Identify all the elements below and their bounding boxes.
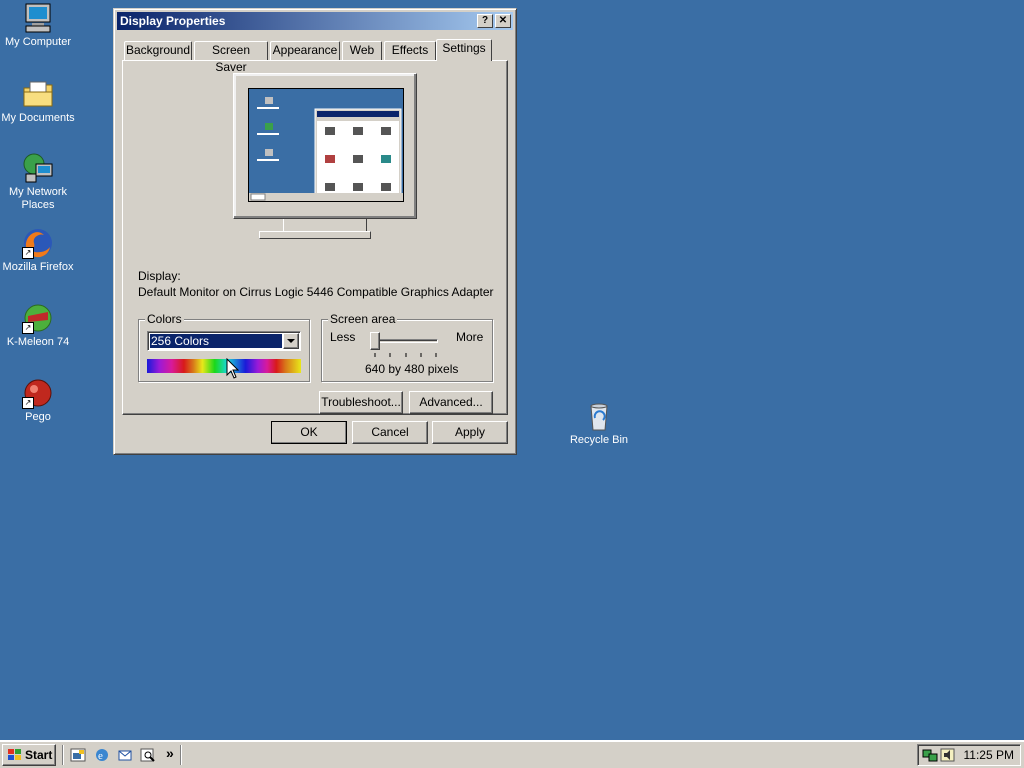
screen-area-slider-thumb[interactable] <box>370 332 380 350</box>
tab-background[interactable]: Background <box>124 41 192 60</box>
windows-logo-icon <box>7 748 23 768</box>
show-desktop-icon <box>70 748 86 762</box>
colors-group: Colors 256 Colors <box>138 312 310 382</box>
monitor-neck <box>283 219 367 231</box>
display-value: Default Monitor on Cirrus Logic 5446 Com… <box>138 285 494 299</box>
screen-area-group: Screen area Less More 640 by 480 pixels <box>321 312 493 382</box>
title-bar[interactable]: Display Properties ? ✕ <box>117 12 513 30</box>
quick-launch-search[interactable] <box>140 747 156 766</box>
dropdown-arrow-button[interactable] <box>283 333 299 349</box>
internet-explorer-icon: e <box>96 749 108 762</box>
colors-select[interactable]: 256 Colors <box>147 331 301 351</box>
folder-icon <box>22 78 54 110</box>
screen-area-more-label: More <box>456 330 484 344</box>
taskbar: Start e » 11:25 PM <box>0 740 1024 768</box>
color-spectrum-bar <box>147 359 301 373</box>
desktop-icon-recycle-bin[interactable]: Recycle Bin <box>561 400 637 447</box>
tab-appearance[interactable]: Appearance <box>270 41 340 60</box>
pego-icon: ↗ <box>22 377 54 409</box>
help-button[interactable]: ? <box>477 14 493 28</box>
desktop-icon-label: Recycle Bin <box>569 434 629 446</box>
quick-launch-show-desktop[interactable] <box>70 747 86 766</box>
computer-icon <box>22 2 54 34</box>
shortcut-arrow-icon: ↗ <box>22 397 34 409</box>
desktop-icon-label: My Documents <box>1 112 75 124</box>
volume-tray-icon[interactable] <box>940 747 956 766</box>
tab-web[interactable]: Web <box>342 41 382 60</box>
screen-area-group-label: Screen area <box>328 312 398 326</box>
cancel-button[interactable]: Cancel <box>352 421 428 444</box>
start-button[interactable]: Start <box>2 744 56 766</box>
tab-screen-saver[interactable]: Screen Saver <box>194 41 268 74</box>
desktop-icon-label: Pego <box>25 411 51 423</box>
display-label: Display: <box>138 269 181 283</box>
tab-effects[interactable]: Effects <box>384 41 436 60</box>
desktop-icon-k-meleon[interactable]: ↗ K-Meleon 74 <box>0 302 76 349</box>
desktop-icon-my-documents[interactable]: My Documents <box>0 78 76 125</box>
screen-area-less-label: Less <box>330 330 356 344</box>
colors-select-value: 256 Colors <box>150 334 282 348</box>
taskbar-separator <box>62 745 64 765</box>
system-tray: 11:25 PM <box>917 744 1021 766</box>
slider-track <box>370 339 438 343</box>
start-label: Start <box>25 748 53 762</box>
svg-text:e: e <box>98 750 103 762</box>
desktop-icon-mozilla-firefox[interactable]: ↗ Mozilla Firefox <box>0 227 76 274</box>
ok-button[interactable]: OK <box>271 421 347 444</box>
preview-screen <box>248 88 404 202</box>
firefox-icon: ↗ <box>22 227 54 259</box>
apply-button[interactable]: Apply <box>432 421 508 444</box>
outlook-express-icon <box>118 750 132 761</box>
desktop-icon-label: Mozilla Firefox <box>2 261 74 273</box>
network-tray-icon[interactable] <box>922 747 938 766</box>
shortcut-arrow-icon: ↗ <box>22 322 34 334</box>
clock[interactable]: 11:25 PM <box>964 748 1014 762</box>
screen-area-value: 640 by 480 pixels <box>365 362 459 376</box>
desktop-icon-my-computer[interactable]: My Computer <box>0 2 76 49</box>
display-properties-window: Display Properties ? ✕ Background Screen… <box>113 8 517 455</box>
advanced-button[interactable]: Advanced... <box>409 391 493 414</box>
window-title: Display Properties <box>120 14 226 28</box>
tab-settings[interactable]: Settings <box>436 39 492 61</box>
search-icon <box>140 748 155 762</box>
colors-group-label: Colors <box>145 312 184 326</box>
chevron-down-icon <box>287 339 295 343</box>
quick-launch-chevron[interactable]: » <box>166 745 174 761</box>
quick-launch-ie[interactable]: e <box>94 747 110 766</box>
desktop-icon-label: My Computer <box>4 36 72 48</box>
k-meleon-icon: ↗ <box>22 302 54 334</box>
monitor-base <box>259 231 371 239</box>
shortcut-arrow-icon: ↗ <box>22 247 34 259</box>
taskbar-separator <box>180 745 182 765</box>
monitor-preview <box>233 73 417 219</box>
settings-panel: Display: Default Monitor on Cirrus Logic… <box>122 60 508 415</box>
recycle-bin-icon <box>583 400 615 432</box>
close-button[interactable]: ✕ <box>495 14 511 28</box>
troubleshoot-button[interactable]: Troubleshoot... <box>319 391 403 414</box>
desktop-icon-label: My Network Places <box>8 186 68 211</box>
desktop-icon-label: K-Meleon 74 <box>6 336 70 348</box>
desktop-icon-my-network-places[interactable]: My Network Places <box>0 152 76 212</box>
slider-ticks <box>374 353 437 357</box>
network-icon <box>22 152 54 184</box>
desktop-icon-pego[interactable]: ↗ Pego <box>0 377 76 424</box>
quick-launch-outlook[interactable] <box>117 747 133 766</box>
